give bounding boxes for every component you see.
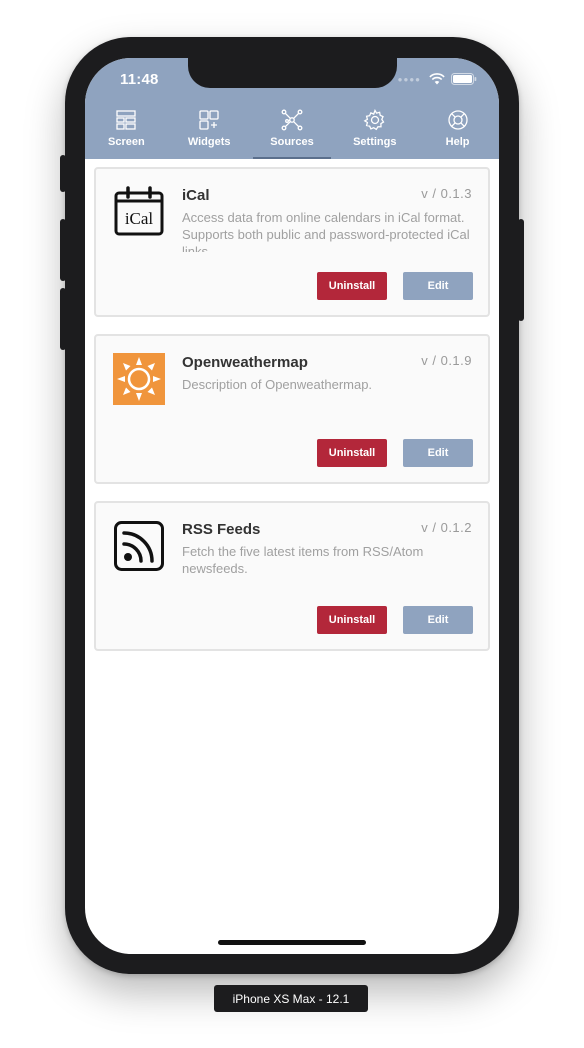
uninstall-button[interactable]: Uninstall: [317, 272, 387, 300]
tab-sources[interactable]: Sources: [251, 106, 334, 159]
tab-help[interactable]: Help: [416, 106, 499, 159]
settings-icon: [363, 109, 385, 131]
source-version: v / 0.1.9: [421, 353, 472, 368]
source-title: Openweathermap: [182, 354, 308, 371]
source-title: iCal: [182, 187, 210, 204]
help-icon: [447, 110, 468, 130]
source-title: RSS Feeds: [182, 521, 261, 538]
sources-icon: [281, 109, 303, 131]
source-version: v / 0.1.2: [421, 520, 472, 535]
device-label: iPhone XS Max - 12.1: [214, 985, 368, 1012]
widgets-icon: [199, 110, 219, 130]
edit-button[interactable]: Edit: [403, 272, 473, 300]
status-time: 11:48: [120, 71, 159, 88]
screen: Screen Widgets Sources Settings Help 11:…: [85, 58, 499, 954]
source-description: Description of Openweathermap.: [182, 377, 373, 392]
source-description: Fetch the five latest items from RSS/Ato…: [182, 544, 424, 576]
volume-up-button: [60, 219, 66, 281]
edit-button[interactable]: Edit: [403, 606, 473, 634]
tab-label: Help: [445, 136, 470, 148]
sun-icon: [113, 353, 165, 405]
edit-button[interactable]: Edit: [403, 439, 473, 467]
uninstall-button[interactable]: Uninstall: [317, 606, 387, 634]
volume-down-button: [60, 288, 66, 350]
status-bar: 11:48 ●●●●: [85, 58, 499, 102]
screen-icon: [116, 110, 137, 130]
power-button: [518, 219, 524, 321]
calendar-icon-text: iCal: [125, 209, 154, 228]
status-icons: ●●●●: [398, 73, 477, 85]
mute-switch: [60, 155, 66, 192]
tab-bar: Screen Widgets Sources Settings Help: [85, 106, 499, 159]
tab-widgets[interactable]: Widgets: [168, 106, 251, 159]
calendar-icon: iCal: [114, 186, 164, 236]
wifi-icon: [429, 73, 445, 85]
source-description: Access data from online calendars in iCa…: [182, 210, 470, 252]
tab-label: Settings: [353, 136, 397, 148]
notch: [188, 58, 397, 88]
tab-settings[interactable]: Settings: [333, 106, 416, 159]
signal-icon: ●●●●: [397, 74, 421, 84]
source-version: v / 0.1.3: [421, 186, 472, 201]
tab-label: Sources: [270, 136, 314, 148]
uninstall-button[interactable]: Uninstall: [317, 439, 387, 467]
source-card-ical: iCal iCal v / 0.1.3 Access data from onl…: [94, 167, 490, 317]
source-card-rss-feeds: RSS Feeds v / 0.1.2 Fetch the five lates…: [94, 501, 490, 651]
tab-label: Widgets: [187, 136, 231, 148]
home-indicator[interactable]: [218, 940, 366, 945]
tab-screen[interactable]: Screen: [85, 106, 168, 159]
rss-icon: [114, 521, 164, 571]
sources-list: iCal iCal v / 0.1.3 Access data from onl…: [94, 167, 490, 668]
source-card-openweathermap: Openweathermap v / 0.1.9 Description of …: [94, 334, 490, 484]
tab-label: Screen: [108, 136, 145, 148]
battery-icon: [451, 73, 477, 85]
